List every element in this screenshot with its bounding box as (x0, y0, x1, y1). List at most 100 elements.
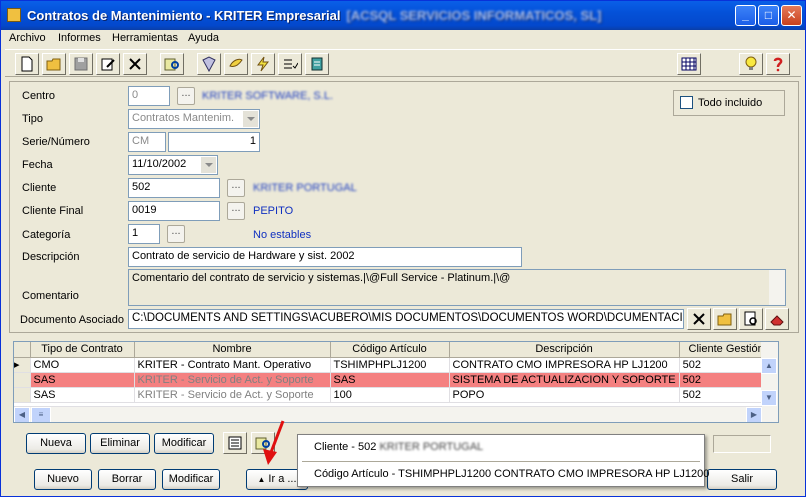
main-window: Contratos de Mantenimiento - KRITER Empr… (0, 0, 806, 497)
cell-nombre: KRITER - Contrato Mant. Operativo (134, 357, 331, 373)
documento-open-button[interactable] (713, 308, 737, 330)
export-tool[interactable] (305, 53, 329, 75)
export-icon (311, 57, 323, 71)
documento-clear-button[interactable] (687, 308, 711, 330)
cliente-label: Cliente (22, 182, 57, 194)
table-row[interactable]: SAS KRITER - Servicio de Act. y Soporte … (14, 387, 774, 403)
cliente-lookup-button[interactable]: ... (227, 179, 245, 197)
grid-header-tipo[interactable]: Tipo de Contrato (30, 342, 135, 358)
new-doc-tool[interactable] (15, 53, 39, 75)
categoria-lookup-button[interactable]: ... (167, 225, 185, 243)
eliminar-button[interactable]: Eliminar (90, 433, 150, 454)
search-tool[interactable] (160, 53, 184, 75)
tipo-select[interactable]: Contratos Mantenim. (128, 109, 260, 129)
window-title: Contratos de Mantenimiento - KRITER Empr… (27, 8, 601, 23)
grid-vertical-scrollbar[interactable]: ▲ ▼ (761, 342, 778, 422)
borrar-button[interactable]: Borrar (98, 469, 156, 490)
title-bar[interactable]: Contratos de Mantenimiento - KRITER Empr… (1, 1, 805, 30)
descripcion-field[interactable]: Contrato de servicio de Hardware y sist.… (128, 247, 522, 267)
grid-modificar-button[interactable]: Modificar (154, 433, 214, 454)
detail-icon (228, 436, 242, 450)
scroll-up-icon[interactable]: ▲ (761, 358, 777, 374)
cliente-final-field[interactable]: 0019 (128, 201, 220, 221)
cell-cliente: 502 (679, 387, 774, 403)
delete-tool[interactable] (123, 53, 147, 75)
cell-tipo: SAS (30, 372, 135, 388)
lightning-icon (257, 56, 270, 72)
todo-incluido-label: Todo incluido (698, 97, 763, 109)
report-tool[interactable] (197, 53, 221, 75)
centro-description: KRITER SOFTWARE, S.L. (202, 90, 333, 102)
cell-codigo: 100 (330, 387, 450, 403)
grid-header-codigo[interactable]: Código Artículo (330, 342, 450, 358)
menu-informes[interactable]: Informes (58, 32, 101, 44)
grid-detail-button[interactable] (223, 432, 247, 454)
cliente-field[interactable]: 502 (128, 178, 220, 198)
cliente-final-lookup-button[interactable]: ... (227, 202, 245, 220)
cliente-final-label: Cliente Final (22, 205, 84, 217)
save-tool[interactable] (69, 53, 93, 75)
serie-field[interactable]: CM (128, 132, 166, 152)
cell-descripcion: CONTRATO CMO IMPRESORA HP LJ1200 (449, 357, 680, 373)
fecha-dropdown-arrow-icon[interactable] (205, 163, 213, 167)
cell-codigo: SAS (330, 372, 450, 388)
categoria-field[interactable]: 1 (128, 224, 160, 244)
maximize-button[interactable]: □ (758, 5, 779, 26)
scroll-left-icon[interactable]: ◀ (14, 407, 30, 422)
nueva-button[interactable]: Nueva (26, 433, 86, 454)
grid-header-cliente[interactable]: Cliente Gestión (679, 342, 774, 358)
popup-item-codigo-articulo[interactable]: Código Artículo - TSHIMPHPLJ1200 CONTRAT… (314, 468, 709, 480)
contracts-grid[interactable]: Tipo de Contrato Nombre Código Artículo … (13, 341, 779, 423)
help-tool[interactable] (766, 53, 790, 75)
documento-delete-button[interactable] (765, 308, 789, 330)
lightbulb-icon (745, 56, 757, 70)
comentario-field[interactable]: Comentario del contrato de servicio y si… (128, 269, 786, 306)
table-row[interactable]: ▸ CMO KRITER - Contrato Mant. Operativo … (14, 357, 774, 373)
cell-descripcion: SISTEMA DE ACTUALIZACION Y SOPORTE (449, 372, 680, 388)
fecha-label: Fecha (22, 159, 53, 171)
row-indicator-icon: ▸ (14, 357, 31, 373)
scroll-thumb[interactable]: ≡ (31, 407, 51, 422)
delete-x-icon (129, 58, 141, 70)
calendar-tool[interactable] (677, 53, 701, 75)
numero-field[interactable]: 1 (168, 132, 260, 152)
serie-numero-label: Serie/Número (22, 136, 90, 148)
open-folder-icon (46, 58, 61, 71)
popup-item-cliente-label: Cliente - 502 (314, 441, 377, 453)
tipo-dropdown-arrow-icon[interactable] (247, 117, 255, 121)
cell-descripcion: POPO (449, 387, 680, 403)
documento-field[interactable]: C:\DOCUMENTS AND SETTINGS\ACUBERO\MIS DO… (128, 309, 684, 329)
menu-herramientas[interactable]: Herramientas (112, 32, 178, 44)
action-tool[interactable] (224, 53, 248, 75)
popup-item-cliente[interactable]: Cliente - 502 KRITER PORTUGAL (314, 441, 483, 453)
scroll-right-icon[interactable]: ▶ (746, 407, 762, 422)
salir-button[interactable]: Salir (707, 469, 777, 490)
open-tool[interactable] (42, 53, 66, 75)
cell-tipo: CMO (30, 357, 135, 373)
preview-magnifier-icon (744, 311, 757, 326)
tip-tool[interactable] (739, 53, 763, 75)
menu-archivo[interactable]: Archivo (9, 32, 46, 44)
close-button[interactable]: ✕ (781, 5, 802, 26)
cell-codigo: TSHIMPHPLJ1200 (330, 357, 450, 373)
modificar-button[interactable]: Modificar (162, 469, 220, 490)
centro-label: Centro (22, 90, 56, 102)
menu-ayuda[interactable]: Ayuda (188, 32, 219, 44)
nuevo-button[interactable]: Nuevo (34, 469, 92, 490)
grid-horizontal-scrollbar[interactable]: ◀ ≡ ▶ (14, 406, 762, 422)
status-panel (713, 435, 771, 453)
eraser-icon (770, 315, 784, 326)
list-tool[interactable] (278, 53, 302, 75)
table-row[interactable]: SAS KRITER - Servicio de Act. y Soporte … (14, 372, 774, 388)
centro-field[interactable]: 0 (128, 86, 170, 106)
grid-header-nombre[interactable]: Nombre (134, 342, 331, 358)
documento-preview-button[interactable] (739, 308, 763, 330)
comentario-scrollbar[interactable] (769, 270, 785, 305)
minimize-button[interactable]: _ (735, 5, 756, 26)
scroll-down-icon[interactable]: ▼ (761, 390, 777, 406)
centro-lookup-button[interactable]: ... (177, 87, 195, 105)
edit-tool[interactable] (96, 53, 120, 75)
report-icon (202, 56, 216, 72)
lightning-tool[interactable] (251, 53, 275, 75)
grid-header-descripcion[interactable]: Descripción (449, 342, 680, 358)
